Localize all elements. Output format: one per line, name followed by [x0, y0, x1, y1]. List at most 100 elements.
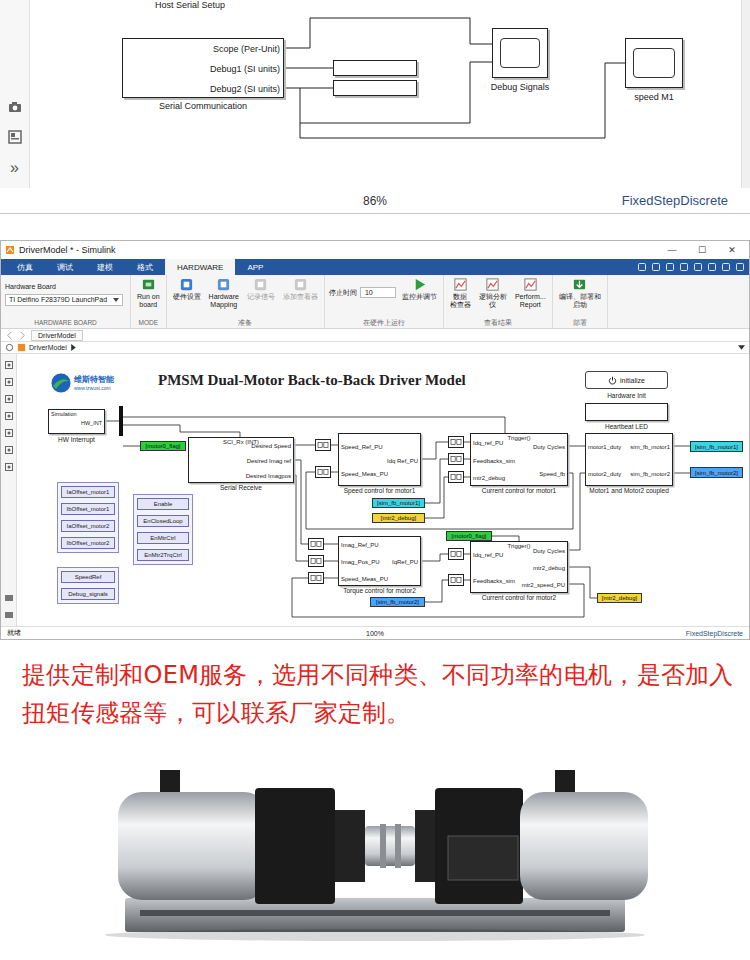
scrollbar[interactable]	[741, 0, 750, 188]
quick-access-icon[interactable]	[651, 262, 661, 272]
canvas-tool-icon[interactable]	[4, 462, 14, 472]
parameter-block[interactable]: IbOffset_motor1	[61, 503, 115, 515]
conversion-block[interactable]	[448, 453, 464, 465]
more-button[interactable]: »	[10, 160, 19, 176]
button-label: 启动	[573, 301, 587, 309]
canvas-tool-icon[interactable]	[4, 394, 14, 404]
parameter-block[interactable]: EnClosedLoop	[137, 515, 189, 527]
serial-communication-block[interactable]: Scope (Per-Unit)Debug1 (SI units)Debug2 …	[122, 38, 284, 98]
parameter-block[interactable]: EnMtrCtrl	[137, 532, 189, 544]
scope-block[interactable]	[625, 38, 683, 88]
goto-from-tag[interactable]: [sim_fb_motor1]	[690, 441, 743, 452]
hardware-board-dropdown[interactable]: TI Delfino F28379D LaunchPad	[5, 294, 123, 306]
ribbon-tab[interactable]: APP	[235, 259, 275, 275]
parameter-block[interactable]: Enable	[137, 498, 189, 510]
ribbon-tab[interactable]: 格式	[125, 259, 165, 275]
initialize-button[interactable]: initialize	[585, 371, 668, 389]
parameter-block[interactable]: EnMtr2TrqCtrl	[137, 549, 189, 561]
goto-from-tag[interactable]: [mtr2_debug]	[597, 593, 642, 603]
subsystem-block[interactable]: Trigger() Idq_ref_PUFeedbacks_simmtr2_de…	[470, 433, 568, 486]
goto-from-tag[interactable]: [motor0_flag]	[446, 531, 492, 541]
goto-from-tag[interactable]: [mtr2_debug]	[372, 513, 425, 523]
promo-text: 提供定制和OEM服务，选用不同种类、不同功率的电机，是否加入扭矩传感器等，可以联…	[22, 656, 738, 732]
parameter-block[interactable]: IaOffset_motor2	[61, 520, 115, 532]
display-block[interactable]	[333, 80, 417, 96]
canvas-tool-icon[interactable]	[4, 593, 14, 603]
quick-access-icon[interactable]	[637, 262, 647, 272]
conversion-block[interactable]	[448, 574, 464, 586]
subsystem-block[interactable]: SCI_Rx (INT) Desired SpeedDesired Imag r…	[188, 437, 294, 483]
prepare-button[interactable]: 记录信号	[245, 277, 277, 301]
ribbon-tab[interactable]: 调试	[45, 259, 85, 275]
window-title: DriverModel * - Simulink	[19, 245, 116, 255]
goto-from-tag[interactable]: [motor0_flag]	[140, 441, 186, 451]
conversion-block[interactable]	[448, 548, 464, 560]
goto-from-tag[interactable]: [sim_fb_motor1]	[372, 498, 425, 508]
heartbeat-led-block[interactable]	[585, 403, 668, 421]
conversion-block[interactable]	[448, 436, 464, 448]
conversion-block[interactable]	[308, 555, 324, 567]
parameter-group: IaOffset_motor1 IbOffset_motor1 IaOffset_m…	[57, 482, 119, 553]
canvas-tool-icon[interactable]	[4, 610, 14, 620]
tool-icon	[179, 277, 194, 292]
parameter-block[interactable]: SpeedRef	[61, 571, 115, 583]
subsystem-block[interactable]: Speed_Ref_PUSpeed_Meas_PU Idq Ref_PU	[338, 433, 421, 486]
conversion-block[interactable]	[315, 439, 331, 451]
scope-block[interactable]	[492, 28, 548, 78]
output-port-label: Desired Imagpos	[246, 472, 291, 480]
camera-icon[interactable]	[8, 100, 22, 114]
ribbon-tab[interactable]: 建模	[85, 259, 125, 275]
subsystem-block[interactable]: Trigger() Idq_ref_PUFeedbacks_sim Duty C…	[470, 541, 568, 593]
canvas-tool-icon[interactable]	[4, 377, 14, 387]
prepare-button[interactable]: 硬件设置	[171, 277, 203, 301]
goto-from-tag[interactable]: [sim_fb_motor2]	[370, 597, 425, 607]
results-button[interactable]: 数据检查器	[448, 277, 473, 309]
property-inspector-icon[interactable]	[8, 130, 22, 144]
goto-from-tag[interactable]: [sim_fb_motor2]	[690, 467, 743, 478]
window-control[interactable]: ☐	[689, 245, 715, 255]
back-icon[interactable]	[5, 331, 14, 340]
caret-down-icon[interactable]	[738, 344, 745, 351]
run-on-board-button[interactable]: Run onboard	[135, 277, 162, 309]
ribbon-tabs: 仿真调试建模格式HARDWAREAPP	[1, 259, 749, 275]
forward-icon[interactable]	[18, 331, 27, 340]
quick-access-icon[interactable]	[707, 262, 717, 272]
ribbon-tab[interactable]: 仿真	[5, 259, 45, 275]
quick-access-icon[interactable]	[721, 262, 731, 272]
canvas-tool-icon[interactable]	[4, 411, 14, 421]
display-block[interactable]	[333, 60, 417, 76]
quick-access-icon[interactable]	[679, 262, 689, 272]
parameter-block[interactable]: IbOffset_motor2	[61, 537, 115, 549]
input-port-label: motor2_duty	[588, 470, 621, 478]
window-control[interactable]: ✕	[719, 245, 745, 255]
canvas-tool-icon[interactable]	[4, 360, 14, 370]
ribbon-tab[interactable]: HARDWARE	[165, 259, 235, 275]
prepare-button[interactable]: HardwareMapping	[207, 277, 241, 309]
stop-time-field[interactable]: 10	[360, 287, 396, 298]
hw-interrupt-block[interactable]: Simulation HW_INT	[48, 409, 105, 434]
parameter-block[interactable]: IaOffset_motor1	[61, 486, 115, 498]
chart-icon	[485, 277, 500, 292]
breadcrumb[interactable]: DriverModel	[29, 344, 67, 351]
subsystem-block[interactable]: Imag_Ref_PUImag_Pos_PUSpeed_Meas_PU IqRe…	[338, 536, 421, 586]
prepare-button[interactable]: 添加查看器	[281, 277, 320, 301]
parameter-block[interactable]: Debug_signals	[61, 588, 115, 600]
build-deploy-button[interactable]: 编译、部署和启动	[557, 277, 603, 309]
subsystem-block[interactable]: motor1_dutymotor2_duty sim_fb_motor1sim_…	[585, 433, 673, 486]
conversion-block[interactable]	[448, 471, 464, 483]
results-button[interactable]: Perform...Report	[513, 277, 548, 309]
monitor-tune-button[interactable]: 监控并调节	[400, 277, 439, 301]
quick-access-icon[interactable]	[693, 262, 703, 272]
model-tab[interactable]: DriverModel	[31, 330, 83, 341]
canvas-tool-icon[interactable]	[4, 445, 14, 455]
quick-access-icon[interactable]	[735, 262, 745, 272]
conversion-block[interactable]	[308, 572, 324, 584]
block-caption: Current control for motor2	[450, 594, 588, 602]
conversion-block[interactable]	[315, 466, 331, 478]
conversion-block[interactable]	[308, 538, 324, 550]
window-control[interactable]: —	[659, 245, 685, 255]
canvas-tool-icon[interactable]	[4, 428, 14, 438]
hide-browser-icon[interactable]	[5, 343, 14, 352]
results-button[interactable]: 逻辑分析仪	[477, 277, 509, 309]
quick-access-icon[interactable]	[665, 262, 675, 272]
